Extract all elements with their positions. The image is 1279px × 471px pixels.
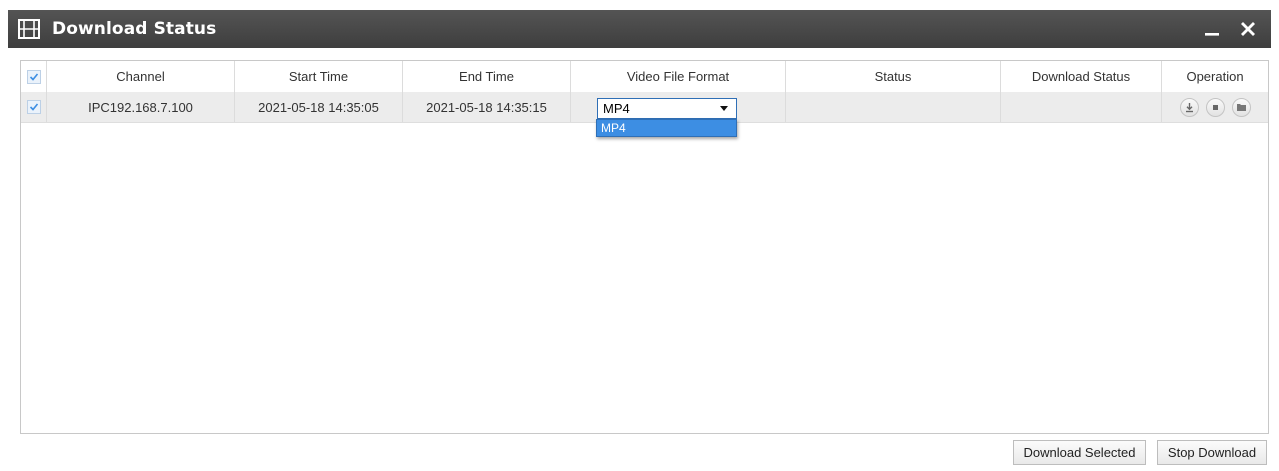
- cell-download-status: [1001, 92, 1162, 122]
- download-table: Channel Start Time End Time Video File F…: [20, 60, 1269, 434]
- cell-start-time: 2021-05-18 14:35:05: [235, 92, 403, 122]
- close-icon: [1241, 22, 1255, 36]
- column-header-download-status[interactable]: Download Status: [1001, 61, 1162, 92]
- chevron-down-icon: [720, 106, 728, 111]
- download-icon: [1185, 102, 1193, 112]
- stop-icon: [1212, 104, 1218, 110]
- video-format-option-mp4[interactable]: MP4: [596, 119, 737, 137]
- column-header-operation: Operation: [1186, 69, 1244, 84]
- window-title: Download Status: [52, 19, 217, 39]
- video-format-selected: MP4: [603, 101, 630, 116]
- minimize-icon: [1205, 33, 1219, 36]
- title-bar: Download Status: [8, 10, 1271, 48]
- cell-end-time: 2021-05-18 14:35:15: [403, 92, 571, 122]
- column-header-video-file-format[interactable]: Video File Format: [571, 61, 786, 92]
- row-checkbox-cell: [21, 92, 47, 122]
- folder-icon: [1236, 104, 1246, 111]
- header-checkbox-cell: [21, 61, 47, 92]
- stop-button[interactable]: [1205, 97, 1225, 117]
- checkmark-icon: [29, 103, 38, 111]
- stop-download-button[interactable]: Stop Download: [1157, 440, 1267, 465]
- column-header-channel[interactable]: Channel: [47, 61, 235, 92]
- checkmark-icon: [29, 72, 38, 81]
- close-button[interactable]: [1231, 10, 1265, 48]
- minimize-button[interactable]: [1195, 10, 1229, 48]
- row-checkbox[interactable]: [26, 100, 41, 114]
- column-header-end-time[interactable]: End Time: [403, 61, 571, 92]
- table-header: Channel Start Time End Time Video File F…: [21, 61, 1268, 92]
- video-format-select[interactable]: MP4: [597, 98, 737, 119]
- cell-channel: IPC192.168.7.100: [47, 92, 235, 122]
- cell-operation: [1162, 92, 1268, 122]
- download-selected-button[interactable]: Download Selected: [1013, 440, 1146, 465]
- open-folder-button[interactable]: [1231, 97, 1251, 117]
- column-header-status[interactable]: Status: [786, 61, 1001, 92]
- cell-status: [786, 92, 1001, 122]
- select-all-checkbox[interactable]: [26, 69, 41, 84]
- download-button[interactable]: [1179, 97, 1199, 117]
- film-icon: [18, 19, 40, 39]
- column-header-start-time[interactable]: Start Time: [235, 61, 403, 92]
